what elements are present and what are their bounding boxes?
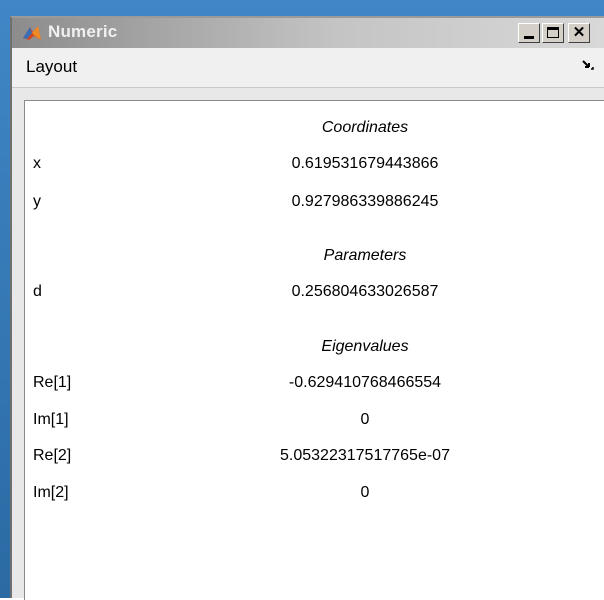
numeric-panel: Coordinates x 0.619531679443866 y 0.9279… [24, 100, 604, 600]
row-value-re1: -0.629410768466554 [288, 374, 442, 391]
row-label-x: x [33, 155, 41, 172]
close-button[interactable]: ✕ [568, 23, 590, 43]
numeric-window: Numeric ✕ Layout Coordinates x 0.6195316… [10, 16, 604, 600]
row-label-im1: Im[1] [33, 411, 69, 428]
maximize-icon [547, 27, 559, 38]
menu-layout[interactable]: Layout [22, 55, 81, 79]
row-value-im1: 0 [360, 411, 370, 428]
row-label-re1: Re[1] [33, 374, 72, 391]
section-header-parameters: Parameters [323, 247, 407, 264]
row-label-d: d [33, 283, 42, 300]
row-value-y: 0.927986339886245 [291, 193, 439, 210]
menu-bar: Layout [12, 48, 604, 88]
row-value-d: 0.256804633026587 [291, 283, 439, 300]
section-header-coordinates: Coordinates [321, 119, 409, 136]
section-header-eigenvalues: Eigenvalues [321, 338, 409, 355]
minimize-button[interactable] [518, 23, 540, 43]
minimize-icon [524, 36, 534, 39]
close-icon: ✕ [572, 24, 586, 41]
row-label-im2: Im[2] [33, 484, 69, 501]
row-label-re2: Re[2] [33, 447, 72, 464]
dock-arrow-icon[interactable] [582, 58, 594, 70]
row-value-im2: 0 [360, 484, 370, 501]
matlab-logo-icon [22, 24, 42, 42]
title-bar[interactable]: Numeric ✕ [12, 18, 604, 48]
maximize-button[interactable] [542, 23, 564, 43]
row-label-y: y [33, 193, 41, 210]
row-value-re2: 5.05322317517765e-07 [280, 447, 450, 464]
row-value-x: 0.619531679443866 [291, 155, 439, 172]
window-title: Numeric [48, 22, 118, 41]
